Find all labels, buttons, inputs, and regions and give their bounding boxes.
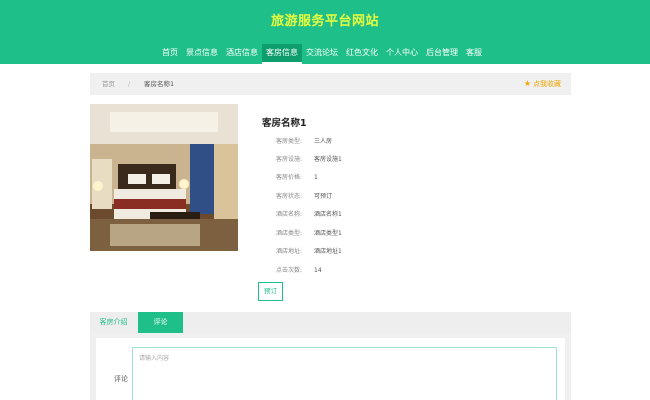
breadcrumb-home-link[interactable]: 首页 [102,73,115,95]
nav-item-profile[interactable]: 个人中心 [382,44,422,64]
info-label: 酒店名称: [275,211,302,218]
nav-item-admin[interactable]: 后台管理 [422,44,462,64]
comment-form: 评论 [96,338,565,400]
nav-item-home[interactable]: 首页 [158,44,182,64]
breadcrumb: 首页 / 客房名称1 ★ 点我收藏 [90,73,571,95]
breadcrumb-separator: / [128,80,131,88]
comment-input[interactable] [132,347,557,400]
info-value: 可预订 [314,193,333,200]
info-value: 客房设施1 [314,156,342,163]
breadcrumb-current: 客房名称1 [144,80,175,88]
site-header: 旅游服务平台网站 首页 景点信息 酒店信息 客房信息 交流论坛 红色文化 个人中… [0,0,650,64]
room-title: 客房名称1 [262,118,307,129]
info-value: 1 [314,174,318,181]
detail-tabs: 客房介绍 评论 [90,312,571,333]
tab-comments[interactable]: 评论 [138,312,183,333]
nav-item-attractions[interactable]: 景点信息 [182,44,222,64]
info-value: 酒店类型1 [314,230,342,237]
info-label: 酒店地址: [275,248,302,255]
site-title: 旅游服务平台网站 [270,14,379,29]
info-value: 14 [314,267,322,274]
nav-item-rooms[interactable]: 客房信息 [262,44,302,64]
info-label: 客房类型: [275,138,302,145]
comment-label: 评论 [114,375,128,383]
info-label: 酒店类型: [275,230,302,237]
info-label: 点击次数: [275,267,302,274]
nav-item-support[interactable]: 客服 [462,44,486,64]
star-icon: ★ [523,79,531,88]
main-nav: 首页 景点信息 酒店信息 客房信息 交流论坛 红色文化 个人中心 后台管理 客服 [158,44,486,64]
favorite-button[interactable]: ★ 点我收藏 [524,73,561,95]
info-value: 酒店名称1 [314,211,342,218]
tab-room-intro[interactable]: 客房介绍 [90,312,137,333]
favorite-label: 点我收藏 [533,80,561,88]
info-label: 客房状态: [275,193,302,200]
info-label: 客房价格: [275,174,302,181]
nav-item-forum[interactable]: 交流论坛 [302,44,342,64]
book-button[interactable]: 预订 [258,282,283,301]
comment-panel: 评论 [90,333,571,400]
nav-item-hotels[interactable]: 酒店信息 [222,44,262,64]
info-label: 客房设施: [275,156,302,163]
info-value: 酒店地址1 [314,248,342,255]
info-value: 三人房 [314,138,333,145]
room-photo [90,104,238,251]
nav-item-red-culture[interactable]: 红色文化 [342,44,382,64]
